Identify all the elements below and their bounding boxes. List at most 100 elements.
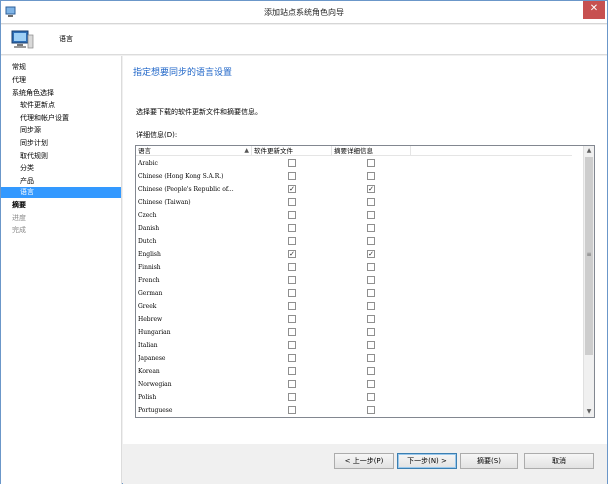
- summary-details-checkbox[interactable]: [367, 328, 375, 336]
- update-files-checkbox[interactable]: [288, 341, 296, 349]
- update-files-checkbox[interactable]: [288, 276, 296, 284]
- summary-details-checkbox[interactable]: [367, 276, 375, 284]
- table-row[interactable]: French: [136, 274, 572, 287]
- update-files-checkbox[interactable]: [288, 172, 296, 180]
- update-files-checkbox[interactable]: [288, 224, 296, 232]
- update-files-checkbox[interactable]: [288, 393, 296, 401]
- update-files-checkbox[interactable]: [288, 289, 296, 297]
- checkmark-icon: ✓: [289, 185, 295, 193]
- nav-item-summary[interactable]: 摘要: [12, 200, 26, 211]
- scroll-up-icon[interactable]: ▲: [584, 146, 594, 156]
- table-row[interactable]: Greek: [136, 300, 572, 313]
- language-name: Danish: [138, 225, 160, 232]
- next-button[interactable]: 下一步(N) >: [397, 453, 457, 469]
- nav-item-proxy[interactable]: 代理: [12, 75, 26, 86]
- summary-details-checkbox[interactable]: [367, 211, 375, 219]
- table-row[interactable]: Czech: [136, 209, 572, 222]
- nav-item-supersedence-rules[interactable]: 取代规则: [20, 151, 48, 162]
- table-row[interactable]: Chinese (People's Republic of... ✓ ✓: [136, 183, 572, 196]
- update-files-checkbox[interactable]: [288, 354, 296, 362]
- nav-item-proxy-account-settings[interactable]: 代理和帐户设置: [20, 113, 69, 124]
- table-row[interactable]: Chinese (Taiwan): [136, 196, 572, 209]
- table-row[interactable]: Hebrew: [136, 313, 572, 326]
- title-bar[interactable]: 添加站点系统角色向导 ✕: [1, 1, 607, 24]
- language-name: Czech: [138, 212, 157, 219]
- table-row[interactable]: Japanese: [136, 352, 572, 365]
- table-row[interactable]: German: [136, 287, 572, 300]
- scroll-thumb[interactable]: ≡: [585, 157, 593, 355]
- update-files-checkbox[interactable]: [288, 367, 296, 375]
- previous-button[interactable]: < 上一步(P): [334, 453, 394, 469]
- summary-details-checkbox[interactable]: [367, 159, 375, 167]
- nav-item-languages[interactable]: 语言: [1, 187, 121, 198]
- update-files-checkbox[interactable]: [288, 328, 296, 336]
- summary-details-checkbox[interactable]: [367, 393, 375, 401]
- section-title: 指定想要同步的语言设置: [133, 68, 233, 78]
- summary-button[interactable]: 摘要(S): [460, 453, 518, 469]
- update-files-checkbox[interactable]: [288, 159, 296, 167]
- vertical-scrollbar[interactable]: ▲ ≡ ▼: [583, 146, 594, 417]
- summary-details-checkbox[interactable]: [367, 198, 375, 206]
- column-header-language[interactable]: 语言 ▲: [136, 146, 252, 156]
- computer-icon: [11, 30, 34, 49]
- update-files-checkbox[interactable]: ✓: [288, 185, 296, 193]
- language-name: Italian: [138, 342, 158, 349]
- summary-details-checkbox[interactable]: [367, 263, 375, 271]
- summary-details-checkbox[interactable]: [367, 302, 375, 310]
- update-files-checkbox[interactable]: [288, 406, 296, 414]
- nav-item-products[interactable]: 产品: [20, 176, 34, 187]
- language-name: Portuguese: [138, 407, 173, 414]
- update-files-checkbox[interactable]: [288, 302, 296, 310]
- update-files-checkbox[interactable]: [288, 380, 296, 388]
- summary-details-checkbox[interactable]: [367, 315, 375, 323]
- table-row[interactable]: Portuguese: [136, 404, 572, 417]
- nav-item-sync-source[interactable]: 同步源: [20, 125, 41, 136]
- summary-details-checkbox[interactable]: [367, 406, 375, 414]
- close-button[interactable]: ✕: [583, 1, 605, 19]
- table-row[interactable]: Hungarian: [136, 326, 572, 339]
- summary-details-checkbox[interactable]: [367, 341, 375, 349]
- column-header-update-files[interactable]: 软件更新文件: [252, 146, 332, 156]
- summary-details-checkbox[interactable]: [367, 367, 375, 375]
- table-row[interactable]: Dutch: [136, 235, 572, 248]
- update-files-checkbox[interactable]: [288, 211, 296, 219]
- language-list[interactable]: 语言 ▲ 软件更新文件 摘要详细信息 Arabic Chinese (Hong K…: [135, 145, 595, 418]
- summary-details-checkbox[interactable]: [367, 224, 375, 232]
- table-row[interactable]: Danish: [136, 222, 572, 235]
- language-name: Polish: [138, 394, 157, 401]
- summary-details-checkbox[interactable]: ✓: [367, 185, 375, 193]
- table-row[interactable]: Norwegian: [136, 378, 572, 391]
- language-name: Dutch: [138, 238, 157, 245]
- column-header-summary-details[interactable]: 摘要详细信息: [332, 146, 411, 156]
- scroll-down-icon[interactable]: ▼: [584, 407, 594, 417]
- table-row[interactable]: Arabic: [136, 157, 572, 170]
- nav-item-classifications[interactable]: 分类: [20, 163, 34, 174]
- summary-details-checkbox[interactable]: [367, 172, 375, 180]
- update-files-checkbox[interactable]: [288, 237, 296, 245]
- table-row[interactable]: Chinese (Hong Kong S.A.R.): [136, 170, 572, 183]
- nav-item-completion: 完成: [12, 226, 26, 234]
- table-row[interactable]: Finnish: [136, 261, 572, 274]
- nav-item-system-role-selection[interactable]: 系统角色选择: [12, 88, 54, 99]
- summary-details-checkbox[interactable]: [367, 289, 375, 297]
- update-files-checkbox[interactable]: [288, 263, 296, 271]
- summary-details-checkbox[interactable]: [367, 237, 375, 245]
- table-row[interactable]: English ✓ ✓: [136, 248, 572, 261]
- cancel-button[interactable]: 取消: [524, 453, 594, 469]
- table-row[interactable]: Korean: [136, 365, 572, 378]
- window-title: 添加站点系统角色向导: [264, 8, 344, 17]
- update-files-checkbox[interactable]: [288, 198, 296, 206]
- nav-item-software-update-point[interactable]: 软件更新点: [20, 100, 55, 111]
- summary-details-checkbox[interactable]: [367, 380, 375, 388]
- checkmark-icon: ✓: [368, 185, 374, 193]
- summary-details-checkbox[interactable]: [367, 354, 375, 362]
- table-row[interactable]: Italian: [136, 339, 572, 352]
- update-files-checkbox[interactable]: ✓: [288, 250, 296, 258]
- nav-item-general[interactable]: 常规: [12, 62, 26, 73]
- table-row[interactable]: Polish: [136, 391, 572, 404]
- nav-item-sync-schedule[interactable]: 同步计划: [20, 138, 48, 149]
- summary-details-checkbox[interactable]: ✓: [367, 250, 375, 258]
- update-files-checkbox[interactable]: [288, 315, 296, 323]
- language-name: Korean: [138, 368, 160, 375]
- checkmark-icon: ✓: [289, 250, 295, 258]
